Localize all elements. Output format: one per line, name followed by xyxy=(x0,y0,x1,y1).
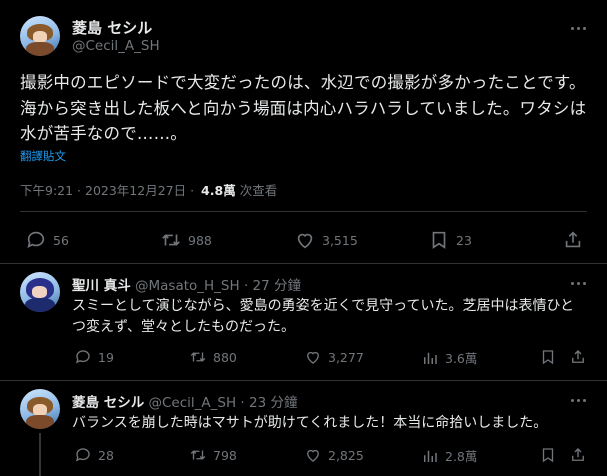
like-count: 2,825 xyxy=(328,447,364,463)
reply-avatar[interactable] xyxy=(20,389,60,429)
reply-header: 聖川 真斗 @Masato_H_SH · 27 分鐘 xyxy=(72,274,301,294)
reply-avatar[interactable] xyxy=(20,272,60,312)
reply-icon xyxy=(27,231,45,248)
thread-line xyxy=(39,433,41,476)
bookmark-count: 23 xyxy=(456,232,472,248)
reply-handle[interactable]: @Cecil_A_SH xyxy=(149,395,237,411)
repost-button[interactable]: 880 xyxy=(189,348,237,366)
divider xyxy=(20,211,587,212)
repost-icon xyxy=(190,450,206,460)
post-timestamp[interactable]: 下午9:21 · 2023年12月27日 · xyxy=(20,183,194,198)
translate-post-link[interactable]: 翻譯貼文 xyxy=(20,148,66,164)
bookmark-button[interactable] xyxy=(539,446,557,464)
repost-button[interactable]: 798 xyxy=(189,446,237,464)
heart-icon xyxy=(307,351,319,364)
author-avatar[interactable] xyxy=(20,16,60,56)
reply-button[interactable]: 28 xyxy=(74,446,114,464)
reply-button[interactable]: 19 xyxy=(74,348,114,366)
reply-count: 28 xyxy=(98,447,114,463)
analytics-icon xyxy=(424,450,437,462)
view-count: 2.8萬 xyxy=(445,449,478,464)
reply-display-name[interactable]: 聖川 真斗 xyxy=(72,278,131,294)
post-text: 撮影中のエピソードで大変だったのは、水辺での撮影が多かったことです。海から突き出… xyxy=(20,73,587,143)
like-button[interactable]: 3,515 xyxy=(294,229,358,251)
share-button[interactable] xyxy=(569,348,587,366)
reply-icon xyxy=(75,350,90,364)
reply-count: 56 xyxy=(53,232,69,248)
repost-count: 880 xyxy=(213,349,237,365)
repost-icon xyxy=(190,352,206,362)
like-button[interactable]: 3,277 xyxy=(304,348,364,366)
reply-text: バランスを崩した時はマサトが助けてくれました！本当に命拾いしました。 xyxy=(72,415,548,431)
reply-time[interactable]: · 27 分鐘 xyxy=(244,278,301,294)
author-handle[interactable]: @Cecil_A_SH xyxy=(72,38,160,54)
share-button[interactable] xyxy=(562,229,584,251)
heart-icon xyxy=(297,233,313,249)
more-options-icon[interactable] xyxy=(571,282,586,285)
more-options-icon[interactable] xyxy=(571,27,586,30)
views-button[interactable]: 2.8萬 xyxy=(421,446,477,465)
view-count: 4.8萬 xyxy=(201,183,236,198)
like-count: 3,515 xyxy=(322,232,358,248)
reply-header: 菱島 セシル @Cecil_A_SH · 23 分鐘 xyxy=(72,391,297,411)
divider xyxy=(0,380,607,381)
share-icon xyxy=(572,448,584,461)
divider xyxy=(0,263,607,264)
post-meta: 下午9:21 · 2023年12月27日 · 4.8萬 次查看 xyxy=(20,180,277,199)
share-icon xyxy=(565,231,581,248)
analytics-icon xyxy=(424,352,437,364)
reply-display-name[interactable]: 菱島 セシル xyxy=(72,395,144,411)
repost-count: 988 xyxy=(188,232,212,248)
view-count: 3.6萬 xyxy=(445,351,478,366)
reply-icon xyxy=(75,448,90,462)
repost-count: 798 xyxy=(213,447,237,463)
views-button[interactable]: 3.6萬 xyxy=(421,348,477,367)
repost-icon xyxy=(162,234,180,246)
author-display-name[interactable]: 菱島 セシル xyxy=(72,17,152,38)
view-label: 次查看 xyxy=(239,183,278,198)
bookmark-icon xyxy=(542,350,554,365)
share-button[interactable] xyxy=(569,446,587,464)
like-button[interactable]: 2,825 xyxy=(304,446,364,464)
bookmark-button[interactable] xyxy=(539,348,557,366)
reply-handle[interactable]: @Masato_H_SH xyxy=(135,278,240,294)
like-count: 3,277 xyxy=(328,349,364,365)
reply-text: スミーとして演じながら、愛島の勇姿を近くで見守っていた。芝居中は表情ひとつ変えず… xyxy=(72,298,575,335)
bookmark-icon xyxy=(542,448,554,463)
reply-count: 19 xyxy=(98,349,114,365)
heart-icon xyxy=(307,449,319,462)
repost-button[interactable]: 988 xyxy=(160,229,212,251)
share-icon xyxy=(572,350,584,363)
reply-button[interactable]: 56 xyxy=(25,229,69,251)
bookmark-icon xyxy=(432,231,446,249)
bookmark-button[interactable]: 23 xyxy=(428,229,472,251)
reply-time[interactable]: · 23 分鐘 xyxy=(240,395,297,411)
more-options-icon[interactable] xyxy=(571,399,586,402)
